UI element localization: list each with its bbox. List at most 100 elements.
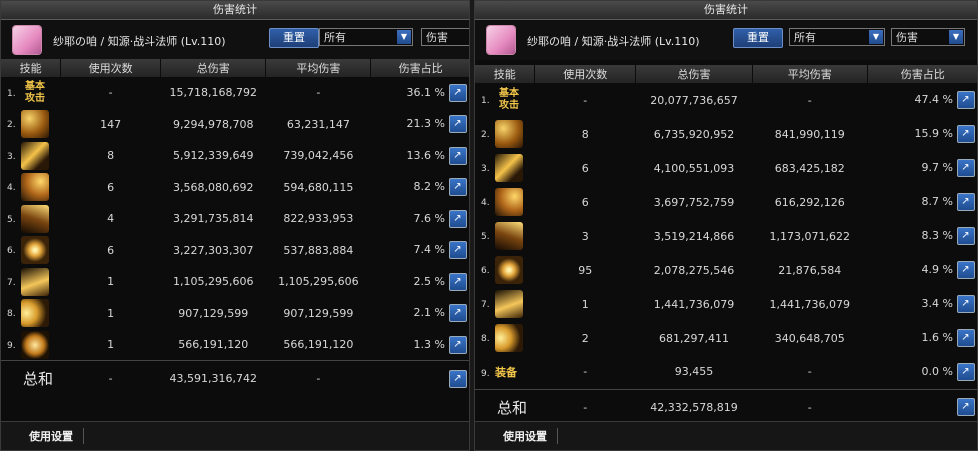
filter-select-value: 所有 (324, 31, 346, 44)
skill-cell: 7. (475, 287, 535, 321)
total-damage-cell: 6,735,920,952 (653, 127, 735, 141)
chevron-down-icon[interactable]: ▼ (949, 30, 963, 44)
skill-icon (21, 204, 49, 233)
share-icon[interactable]: ↗ (956, 362, 975, 381)
uses-cell: 6 (581, 161, 589, 175)
share-icon[interactable]: ↗ (448, 178, 467, 197)
table-row: 4. 6 3,697,752,759 616,292,126 8.7 % ↗ (475, 185, 977, 219)
usage-settings-tab[interactable]: 使用设置 (503, 428, 558, 444)
skill-icon (21, 110, 49, 139)
table-row: 9. 装备 - 93,455 - 0.0 % ↗ (475, 355, 977, 389)
col-total: 总伤害 (635, 65, 753, 83)
col-skill: 技能 (475, 65, 536, 83)
avg-damage-cell: 21,876,584 (778, 263, 842, 277)
skill-cell: 3. (1, 140, 61, 172)
skill-cell: 6. (475, 253, 535, 287)
total-damage-cell: 5,912,339,649 (172, 149, 254, 163)
usage-settings-tab[interactable]: 使用设置 (29, 428, 84, 444)
avg-damage-cell: 1,173,071,622 (769, 229, 850, 243)
avg-damage-cell: 537,883,884 (283, 243, 354, 257)
share-icon[interactable]: ↗ (956, 159, 975, 177)
total-uses-cell: - (534, 388, 636, 425)
share-value: 7.4 % (413, 243, 445, 257)
table-row: 5. 3 3,519,214,866 1,173,071,622 8.3 % ↗ (475, 219, 977, 253)
uses-cell: 147 (100, 117, 122, 131)
skill-icon (495, 324, 523, 352)
share-cell: 8.2 % ↗ (371, 172, 469, 204)
share-value: 2.1 % (413, 306, 445, 320)
character-name: 纱耶の咱 / 知源·战斗法师 (Lv.110) (527, 35, 700, 48)
share-icon[interactable]: ↗ (448, 241, 467, 260)
share-cell: 47.4 % ↗ (867, 83, 977, 117)
mode-select[interactable]: 伤害 (421, 28, 469, 46)
total-damage-cell: 20,077,736,657 (650, 93, 738, 107)
table-row: 6. 6 3,227,303,307 537,883,884 7.4 % ↗ (1, 235, 469, 267)
skill-cell: 6. (1, 235, 61, 267)
share-icon[interactable]: ↗ (956, 193, 975, 211)
uses-cell: 8 (581, 127, 589, 141)
row-index: 6. (481, 266, 490, 276)
uses-cell: 3 (581, 229, 589, 243)
share-icon[interactable]: ↗ (956, 227, 975, 245)
share-icon[interactable]: ↗ (448, 209, 467, 228)
uses-cell: 1 (107, 275, 115, 289)
share-icon[interactable]: ↗ (956, 125, 975, 143)
table-row: 8. 1 907,129,599 907,129,599 2.1 % ↗ (1, 298, 469, 330)
share-icon[interactable]: ↗ (956, 295, 975, 313)
reset-button[interactable]: 重置 (269, 28, 319, 48)
skill-cell: 8. (1, 298, 61, 330)
skill-icon (21, 330, 49, 359)
avg-damage-cell: - (807, 365, 812, 379)
share-icon[interactable]: ↗ (448, 304, 467, 323)
share-icon[interactable]: ↗ (956, 329, 975, 347)
share-icon[interactable]: ↗ (448, 272, 467, 291)
uses-cell: - (583, 93, 588, 107)
skill-cell: 2. (1, 109, 61, 141)
share-icon[interactable]: ↗ (448, 115, 467, 134)
share-icon[interactable]: ↗ (448, 335, 467, 354)
share-cell: 1.6 % ↗ (867, 321, 977, 355)
col-avg: 平均伤害 (265, 59, 372, 77)
filter-select[interactable]: 所有 ▼ (319, 28, 413, 46)
window-title: 伤害统计 (1, 1, 469, 20)
skill-cell: 9. 装备 (475, 355, 535, 389)
total-damage-cell: 3,568,080,692 (172, 180, 254, 194)
chevron-down-icon[interactable]: ▼ (869, 30, 883, 44)
share-icon[interactable]: ↗ (448, 369, 467, 388)
share-icon[interactable]: ↗ (448, 83, 467, 102)
character-name: 纱耶の咱 / 知源·战斗法师 (Lv.110) (53, 35, 226, 48)
share-icon[interactable]: ↗ (448, 146, 467, 165)
share-cell: 4.9 % ↗ (867, 253, 977, 287)
mode-select[interactable]: 伤害 ▼ (891, 28, 965, 46)
chevron-down-icon[interactable]: ▼ (397, 30, 411, 44)
share-value: 3.4 % (921, 297, 953, 310)
share-value: 8.3 % (921, 229, 953, 242)
filter-select[interactable]: 所有 ▼ (789, 28, 885, 46)
header: 纱耶の咱 / 知源·战斗法师 (Lv.110) 重置 所有 ▼ 伤害 ▼ (475, 20, 977, 60)
skill-icon (495, 120, 523, 148)
skill-icon (495, 290, 523, 318)
avg-damage-cell: 822,933,953 (283, 212, 354, 226)
table-row: 6. 95 2,078,275,546 21,876,584 4.9 % ↗ (475, 253, 977, 287)
skill-cell: 4. (475, 185, 535, 219)
uses-cell: 6 (107, 180, 115, 194)
share-value: 21.3 % (406, 117, 445, 131)
uses-cell: 1 (581, 297, 589, 311)
skill-cell: 5. (1, 203, 61, 235)
skill-icon (21, 173, 49, 202)
total-row: 总和 -43,591,316,742- ↗ (1, 360, 469, 397)
table-row: 4. 6 3,568,080,692 594,680,115 8.2 % ↗ (1, 172, 469, 204)
share-icon[interactable]: ↗ (956, 261, 975, 279)
share-value: 13.6 % (406, 148, 445, 162)
skill-cell: 4. (1, 172, 61, 204)
reset-button[interactable]: 重置 (733, 28, 783, 48)
skill-cell: 1. 基本 攻击 (1, 77, 61, 109)
filter-select-value: 所有 (794, 31, 816, 44)
share-cell: 0.0 % ↗ (867, 355, 977, 389)
uses-cell: 2 (581, 331, 589, 345)
row-index: 1. (7, 88, 16, 99)
share-icon[interactable]: ↗ (956, 91, 975, 109)
table-row: 3. 6 4,100,551,093 683,425,182 9.7 % ↗ (475, 151, 977, 185)
basic-attack-icon: 基本 攻击 (25, 80, 45, 104)
share-icon[interactable]: ↗ (956, 398, 975, 417)
